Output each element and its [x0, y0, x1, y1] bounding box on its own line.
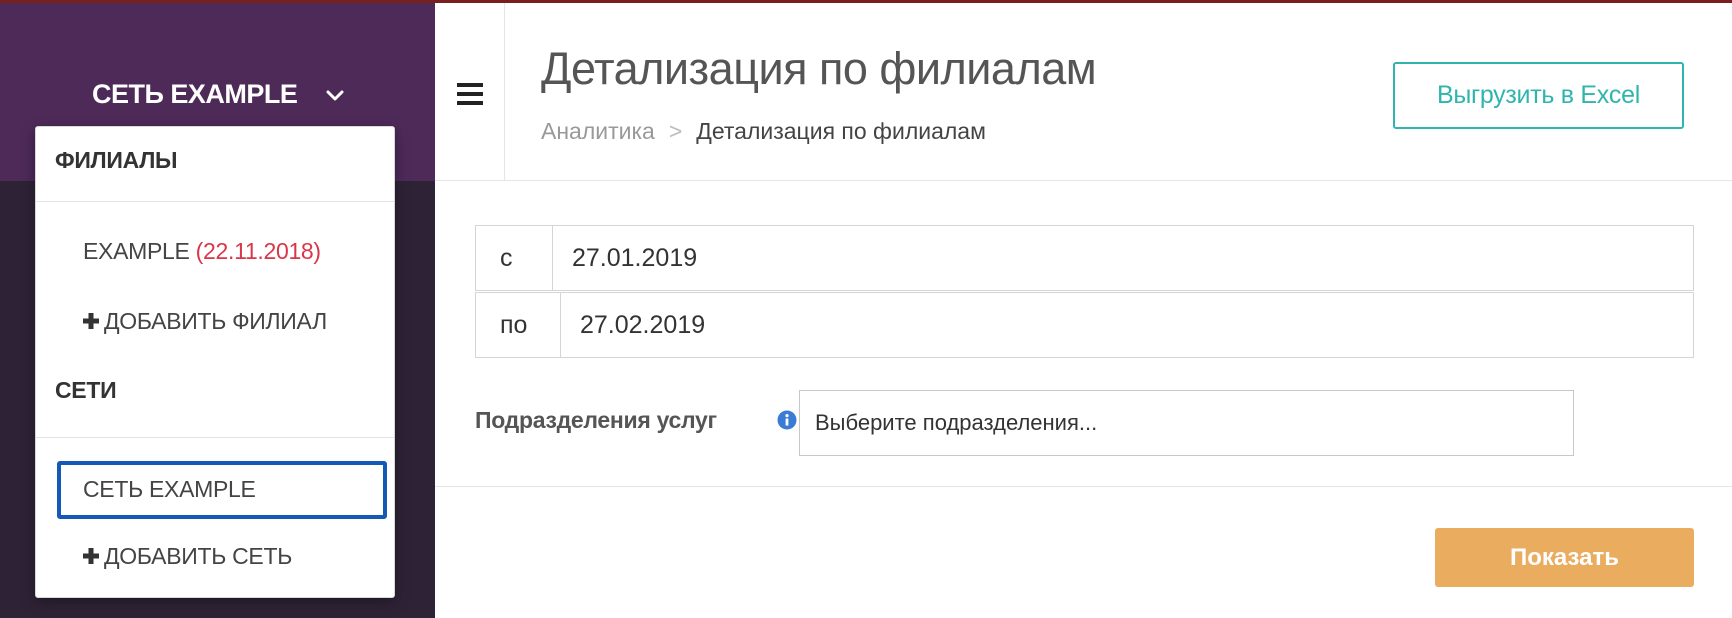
date-to-group: по 27.02.2019 — [475, 292, 1694, 358]
page-title: Детализация по филиалам — [541, 43, 1097, 94]
breadcrumb-separator: > — [668, 118, 683, 144]
breadcrumb-link-analytics[interactable]: Аналитика — [541, 118, 655, 144]
date-from-label: с — [476, 226, 553, 290]
add-branch-button[interactable]: ДОБАВИТЬ ФИЛИАЛ — [82, 308, 327, 335]
date-from-input[interactable]: 27.01.2019 — [572, 226, 697, 290]
chevron-down-icon[interactable] — [322, 83, 348, 109]
breadcrumb: Аналитика > Детализация по филиалам — [541, 118, 986, 145]
info-icon[interactable] — [777, 410, 797, 430]
date-to-input[interactable]: 27.02.2019 — [580, 293, 705, 357]
header-divider — [435, 180, 1732, 181]
plus-icon — [83, 548, 99, 564]
services-label: Подразделения услуг — [475, 407, 717, 433]
date-from-group: с 27.01.2019 — [475, 225, 1694, 291]
dropdown-divider — [36, 201, 394, 202]
date-to-label: по — [476, 293, 561, 357]
dropdown-item-network[interactable]: СЕТЬ EXAMPLE — [83, 476, 256, 503]
add-network-button[interactable]: ДОБАВИТЬ СЕТЬ — [82, 543, 292, 570]
network-switcher-title[interactable]: СЕТЬ EXAMPLE — [92, 79, 298, 110]
plus-icon — [83, 313, 99, 329]
show-button[interactable]: Показать — [1435, 528, 1694, 587]
hamburger-menu-icon[interactable] — [457, 83, 483, 105]
network-dropdown-menu: ФИЛИАЛЫ EXAMPLE (22.11.2018) ДОБАВИТЬ ФИ… — [35, 126, 395, 598]
add-network-label: ДОБАВИТЬ СЕТЬ — [104, 543, 292, 569]
dropdown-divider — [36, 437, 394, 438]
services-select[interactable]: Выберите подразделения... — [799, 390, 1574, 456]
breadcrumb-current: Детализация по филиалам — [696, 118, 986, 144]
branches-heading: ФИЛИАЛЫ — [55, 147, 178, 173]
branch-date: (22.11.2018) — [195, 238, 321, 264]
form-divider — [435, 486, 1732, 487]
networks-heading: СЕТИ — [55, 377, 117, 403]
menu-toggle-column — [435, 3, 505, 180]
dropdown-item-branch[interactable]: EXAMPLE (22.11.2018) — [83, 238, 321, 265]
branch-name: EXAMPLE — [83, 238, 190, 264]
add-branch-label: ДОБАВИТЬ ФИЛИАЛ — [104, 308, 327, 334]
export-excel-button[interactable]: Выгрузить в Excel — [1393, 62, 1684, 129]
